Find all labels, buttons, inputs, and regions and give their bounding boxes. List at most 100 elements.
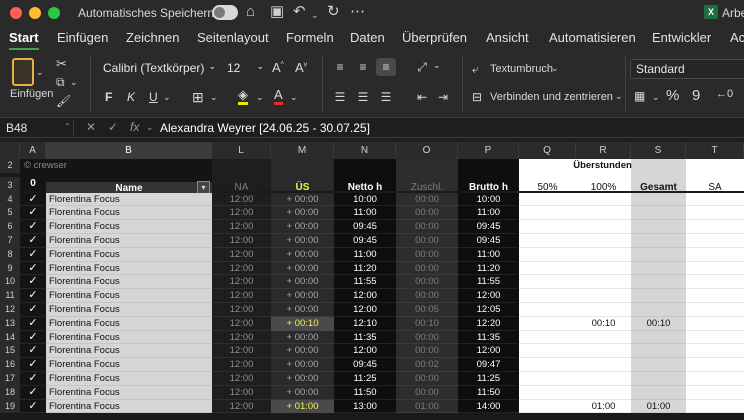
column-header-n[interactable]: N bbox=[334, 142, 396, 159]
cell-s[interactable] bbox=[631, 289, 686, 303]
confirm-icon[interactable]: ✓ bbox=[108, 120, 118, 134]
increase-font-icon[interactable]: A^ bbox=[272, 60, 284, 75]
cell-m[interactable]: + 00:00 bbox=[271, 303, 334, 317]
function-dropdown-icon[interactable]: ⌄ bbox=[146, 122, 154, 133]
cell-r[interactable] bbox=[576, 262, 631, 276]
paste-dropdown-icon[interactable]: ⌄ bbox=[36, 67, 44, 78]
cell-p[interactable]: 09:45 bbox=[458, 234, 519, 248]
cell-s[interactable]: 01:00 bbox=[631, 400, 686, 414]
merge-center-icon[interactable]: ⊟ bbox=[472, 90, 482, 104]
cell-r[interactable] bbox=[576, 331, 631, 345]
cut-icon[interactable]: ✂ bbox=[56, 56, 67, 72]
cell-o[interactable]: 00:00 bbox=[396, 234, 458, 248]
cell-n[interactable]: 09:45 bbox=[334, 220, 396, 234]
cell-o[interactable]: 00:00 bbox=[396, 248, 458, 262]
row-header[interactable]: 18 bbox=[0, 385, 20, 400]
row-header[interactable]: 7 bbox=[0, 234, 20, 248]
cell-r[interactable] bbox=[576, 234, 631, 248]
cell-r[interactable] bbox=[576, 358, 631, 372]
tab-insert[interactable]: Einfügen bbox=[57, 30, 108, 45]
fill-color-icon[interactable]: ◈ bbox=[238, 88, 248, 105]
cell-n[interactable]: 09:45 bbox=[334, 234, 396, 248]
cell-n[interactable]: 12:10 bbox=[334, 317, 396, 331]
name-cell[interactable]: Florentina Focus bbox=[49, 303, 212, 317]
minimize-window-button[interactable] bbox=[29, 7, 41, 19]
cell-m[interactable]: + 00:10 bbox=[271, 316, 334, 331]
column-header-a[interactable]: A bbox=[20, 142, 46, 159]
cell-s[interactable] bbox=[631, 234, 686, 248]
row-header[interactable]: 14 bbox=[0, 330, 20, 345]
tab-start[interactable]: Start bbox=[9, 30, 39, 45]
undo-icon[interactable]: ↶ bbox=[293, 3, 306, 21]
column-header-o[interactable]: O bbox=[396, 142, 458, 159]
cell-m[interactable]: + 00:00 bbox=[271, 289, 334, 303]
cell-o[interactable]: 01:00 bbox=[396, 400, 458, 414]
cell-n[interactable]: 10:00 bbox=[334, 193, 396, 207]
cell-s[interactable]: 00:10 bbox=[631, 317, 686, 331]
cell-s[interactable] bbox=[631, 220, 686, 234]
cell-l[interactable]: 12:00 bbox=[212, 386, 271, 400]
name-cell[interactable]: Florentina Focus bbox=[49, 386, 212, 400]
cell-o[interactable]: 00:00 bbox=[396, 344, 458, 358]
cell-l[interactable]: 12:00 bbox=[212, 220, 271, 234]
cell-l[interactable]: 12:00 bbox=[212, 193, 271, 207]
column-header-l[interactable]: L bbox=[212, 142, 271, 159]
cell-n[interactable]: 12:00 bbox=[334, 344, 396, 358]
cell-p[interactable]: 12:05 bbox=[458, 303, 519, 317]
name-cell[interactable]: Florentina Focus bbox=[49, 331, 212, 345]
orientation-icon[interactable]: ⤢ bbox=[412, 58, 432, 76]
cell-p[interactable]: 09:47 bbox=[458, 358, 519, 372]
tab-review[interactable]: Überprüfen bbox=[402, 30, 467, 45]
cell-p[interactable]: 11:25 bbox=[458, 372, 519, 386]
tab-view[interactable]: Ansicht bbox=[486, 30, 529, 45]
cell-p[interactable]: 14:00 bbox=[458, 400, 519, 414]
cell-o[interactable]: 00:00 bbox=[396, 206, 458, 220]
cell-m[interactable]: + 00:00 bbox=[271, 344, 334, 358]
wrap-text-icon[interactable]: ⤶ bbox=[472, 62, 479, 77]
cell-n[interactable]: 12:00 bbox=[334, 303, 396, 317]
number-format-select[interactable]: Standard bbox=[630, 59, 744, 79]
cell-n[interactable]: 11:35 bbox=[334, 331, 396, 345]
accounting-format-icon[interactable]: ▦ bbox=[634, 89, 645, 103]
align-right-icon[interactable]: ☰ bbox=[376, 88, 396, 106]
cell-r[interactable] bbox=[576, 220, 631, 234]
row-header[interactable]: 11 bbox=[0, 289, 20, 303]
tab-draw[interactable]: Zeichnen bbox=[126, 30, 179, 45]
name-cell[interactable]: Florentina Focus bbox=[49, 289, 212, 303]
cell-o[interactable]: 00:00 bbox=[396, 289, 458, 303]
cell-s[interactable] bbox=[631, 303, 686, 317]
cell-r[interactable] bbox=[576, 193, 631, 207]
undo-dropdown-icon[interactable]: ⌄ bbox=[311, 6, 319, 24]
close-window-button[interactable] bbox=[10, 7, 22, 19]
formula-input[interactable]: Alexandra Weyrer [24.06.25 - 30.07.25] bbox=[160, 121, 370, 135]
cell-n[interactable]: 09:45 bbox=[334, 358, 396, 372]
cell-s[interactable] bbox=[631, 206, 686, 220]
decrease-indent-icon[interactable]: ⇤ bbox=[412, 88, 432, 106]
wrap-text-button[interactable]: Textumbruch bbox=[490, 63, 553, 75]
cell-r[interactable] bbox=[576, 386, 631, 400]
zoom-window-button[interactable] bbox=[48, 7, 60, 19]
cell-s[interactable] bbox=[631, 262, 686, 276]
increase-decimal-icon[interactable]: ←0 bbox=[716, 88, 733, 100]
save-icon[interactable]: ▣ bbox=[270, 3, 284, 21]
column-header-r[interactable]: R bbox=[576, 142, 631, 159]
cell-m[interactable]: + 00:00 bbox=[271, 234, 334, 248]
align-middle-icon[interactable]: ≡ bbox=[353, 58, 373, 76]
font-color-icon[interactable]: A bbox=[274, 88, 283, 105]
cell-l[interactable]: 12:00 bbox=[212, 331, 271, 345]
cell-o[interactable]: 00:10 bbox=[396, 317, 458, 331]
cell-s[interactable] bbox=[631, 275, 686, 289]
cell-m[interactable]: + 00:00 bbox=[271, 248, 334, 262]
font-color-dropdown-icon[interactable]: ⌄ bbox=[290, 92, 298, 103]
cell-r[interactable]: 01:00 bbox=[576, 400, 631, 414]
name-cell[interactable]: Florentina Focus bbox=[49, 400, 212, 414]
tab-page-layout[interactable]: Seitenlayout bbox=[197, 30, 269, 45]
orientation-dropdown-icon[interactable]: ⌄ bbox=[433, 60, 441, 71]
name-cell[interactable]: Florentina Focus bbox=[49, 234, 212, 248]
align-center-icon[interactable]: ☰ bbox=[353, 88, 373, 106]
name-cell[interactable]: Florentina Focus bbox=[49, 358, 212, 372]
cell-l[interactable]: 12:00 bbox=[212, 317, 271, 331]
name-box-dropdown-icon[interactable]: ⌃ bbox=[64, 122, 71, 131]
cell-m[interactable]: + 00:00 bbox=[271, 262, 334, 276]
cell-s[interactable] bbox=[631, 193, 686, 207]
